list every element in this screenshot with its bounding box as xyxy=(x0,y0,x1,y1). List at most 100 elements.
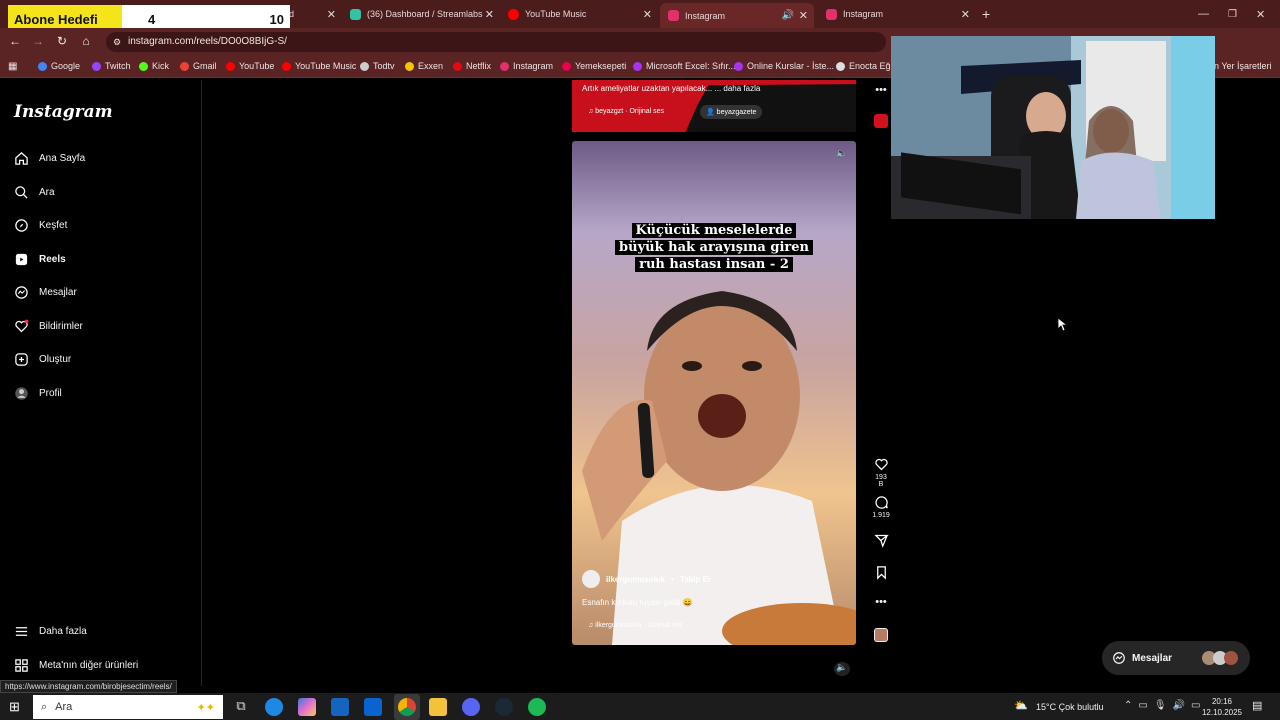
tab-item[interactable]: YouTube Music ✕ xyxy=(508,4,652,24)
goal-current: 4 xyxy=(148,11,156,27)
copilot-icon[interactable] xyxy=(298,698,316,716)
previous-reel-caption[interactable]: Artık ameliyatlar uzaktan yapılacak... .… xyxy=(582,84,760,93)
overlay-line: Küçücük meselelerde xyxy=(631,223,797,238)
follow-button[interactable]: Takip Et xyxy=(680,575,711,584)
like-count: 193 B xyxy=(875,474,887,488)
bookmark-online-kurslar[interactable]: Online Kurslar - İste... xyxy=(734,61,834,71)
store-icon[interactable] xyxy=(331,698,349,716)
reels-icon xyxy=(15,253,28,266)
previous-reel-tag[interactable]: 👤 beyazgazete xyxy=(700,105,763,119)
sidebar-item-label: Bildirimler xyxy=(39,321,83,332)
sidebar-item-more[interactable]: Daha fazla xyxy=(14,624,87,639)
window-close-icon[interactable]: ✕ xyxy=(1256,4,1265,24)
webcam-frame xyxy=(891,36,1215,219)
bookmark-netflix[interactable]: Netflix xyxy=(453,61,491,71)
steam-icon[interactable] xyxy=(495,698,513,716)
minimize-icon[interactable]: — xyxy=(1198,4,1209,24)
more-options-icon[interactable]: ••• xyxy=(872,84,890,96)
system-tray-icons[interactable]: ⌃▭🎙🔊▭ xyxy=(1124,700,1206,711)
more-options-icon[interactable]: ••• xyxy=(872,596,890,608)
bookmark-twitch[interactable]: Twitch xyxy=(92,61,131,71)
reel-audio[interactable]: ♫ ilkergumusoluk · Orijinal ses xyxy=(588,622,683,629)
bookmark-yemeksepeti[interactable]: Yemeksepeti xyxy=(562,61,626,71)
avatar xyxy=(15,387,28,400)
next-reel-mute-icon[interactable]: 🔈 xyxy=(834,662,850,676)
bookmark-google[interactable]: Google xyxy=(38,61,80,71)
sidebar-item-explore[interactable]: Keşfet xyxy=(14,218,67,233)
tab-item[interactable]: (36) Dashboard / Streamlabs ✕ xyxy=(350,4,494,24)
tab-item-active[interactable]: Instagram 🔊 ✕ xyxy=(660,3,814,28)
url-input[interactable]: ⚙ instagram.com/reels/DO0O8BIjG-S/ xyxy=(106,32,886,52)
bookmark-folder-other[interactable]: n Yer İşaretleri xyxy=(1214,61,1272,71)
sidebar-item-profile[interactable]: Profil xyxy=(14,386,62,401)
sidebar-item-label: Oluştur xyxy=(39,354,72,365)
site-info-icon[interactable]: ⚙ xyxy=(113,32,121,52)
sidebar-item-search[interactable]: Ara xyxy=(14,185,55,200)
author-username[interactable]: ilkergumusoluk xyxy=(606,575,665,584)
sidebar-item-create[interactable]: Oluştur xyxy=(14,352,71,367)
search-icon: ⌕ xyxy=(41,700,48,713)
windows-start-icon[interactable]: ⊞ xyxy=(9,699,20,715)
home-icon xyxy=(15,152,28,165)
outlook-icon[interactable] xyxy=(364,698,382,716)
save-button[interactable] xyxy=(872,565,890,582)
share-button[interactable] xyxy=(872,533,890,550)
bookmark-youtube[interactable]: YouTube xyxy=(226,61,274,71)
restore-icon[interactable]: ❐ xyxy=(1228,4,1237,24)
tab-item[interactable]: Instagram ✕ xyxy=(826,4,970,24)
heart-icon xyxy=(874,458,888,471)
tab-item[interactable]: rd ✕ xyxy=(286,4,336,24)
sidebar-item-meta[interactable]: Meta'nın diğer ürünleri xyxy=(14,658,138,673)
forward-icon[interactable]: → xyxy=(31,34,45,48)
bookmark-enocta[interactable]: Enocta Eğit xyxy=(836,61,895,71)
sidebar-item-notifications[interactable]: Bildirimler xyxy=(14,319,83,334)
bookmark-youtube-music[interactable]: YouTube Music xyxy=(282,61,356,71)
bookmark-gmail[interactable]: Gmail xyxy=(180,61,217,71)
home-icon[interactable]: ⌂ xyxy=(79,34,93,48)
sidebar-item-home[interactable]: Ana Sayfa xyxy=(14,151,85,166)
reload-icon[interactable]: ↻ xyxy=(55,34,69,48)
bookmark-instagram[interactable]: Instagram xyxy=(500,61,553,71)
audio-avatar[interactable] xyxy=(872,628,890,644)
bookmark-kick[interactable]: Kick xyxy=(139,61,169,71)
sidebar-item-reels[interactable]: Reels xyxy=(14,252,66,267)
mute-toggle-icon[interactable]: 🔈 xyxy=(834,148,850,162)
task-view-icon[interactable]: ⧉ xyxy=(232,698,250,716)
close-icon[interactable]: ✕ xyxy=(961,8,970,21)
weather-text[interactable]: 15°C Çok bulutlu xyxy=(1036,702,1104,712)
previous-reel-audio[interactable]: ♫ beyazgzt · Orijinal ses xyxy=(588,108,664,115)
apps-icon[interactable]: ▦ xyxy=(8,61,17,72)
close-icon[interactable]: ✕ xyxy=(799,9,808,22)
close-icon[interactable]: ✕ xyxy=(327,8,336,21)
close-icon[interactable]: ✕ xyxy=(485,8,494,21)
weather-icon[interactable]: ⛅ xyxy=(1014,699,1028,712)
clock[interactable]: 20:16 12.10.2025 xyxy=(1200,696,1244,718)
edge-icon[interactable] xyxy=(265,698,283,716)
bookmark-excel-course[interactable]: Microsoft Excel: Sıfır... xyxy=(633,61,736,71)
avatar xyxy=(1224,651,1238,665)
new-tab-button[interactable]: + xyxy=(982,4,990,24)
instagram-logo[interactable]: Instagram xyxy=(14,102,113,122)
file-explorer-icon[interactable] xyxy=(429,698,447,716)
speaker-icon[interactable]: 🔊 xyxy=(782,10,794,21)
messages-pill[interactable]: Mesajlar xyxy=(1102,641,1250,675)
like-button[interactable]: 193 B xyxy=(872,457,890,488)
back-icon[interactable]: ← xyxy=(8,34,22,48)
chrome-taskbar-active[interactable] xyxy=(394,694,420,720)
taskbar-search[interactable]: ⌕ Ara ✦✦ xyxy=(33,695,223,719)
overlay-line: büyük hak arayışına giren xyxy=(615,240,813,255)
bookmark-todtv[interactable]: Todtv xyxy=(360,61,395,71)
sidebar-item-label: Mesajlar xyxy=(39,287,77,298)
avatar[interactable] xyxy=(582,570,600,588)
discord-icon[interactable] xyxy=(462,698,480,716)
comment-button[interactable]: 1.919 xyxy=(872,495,890,519)
notification-icon[interactable]: ▤ xyxy=(1252,699,1262,712)
tab-title: YouTube Music xyxy=(525,9,587,19)
bookmark-exxen[interactable]: Exxen xyxy=(405,61,443,71)
spotify-icon[interactable] xyxy=(528,698,546,716)
sidebar-item-messages[interactable]: Mesajlar xyxy=(14,285,77,300)
reel-author[interactable]: ilkergumusoluk • Takip Et xyxy=(582,570,710,588)
message-avatars xyxy=(1202,651,1238,665)
previous-reel-audio-avatar[interactable] xyxy=(872,114,890,130)
close-icon[interactable]: ✕ xyxy=(643,8,652,21)
